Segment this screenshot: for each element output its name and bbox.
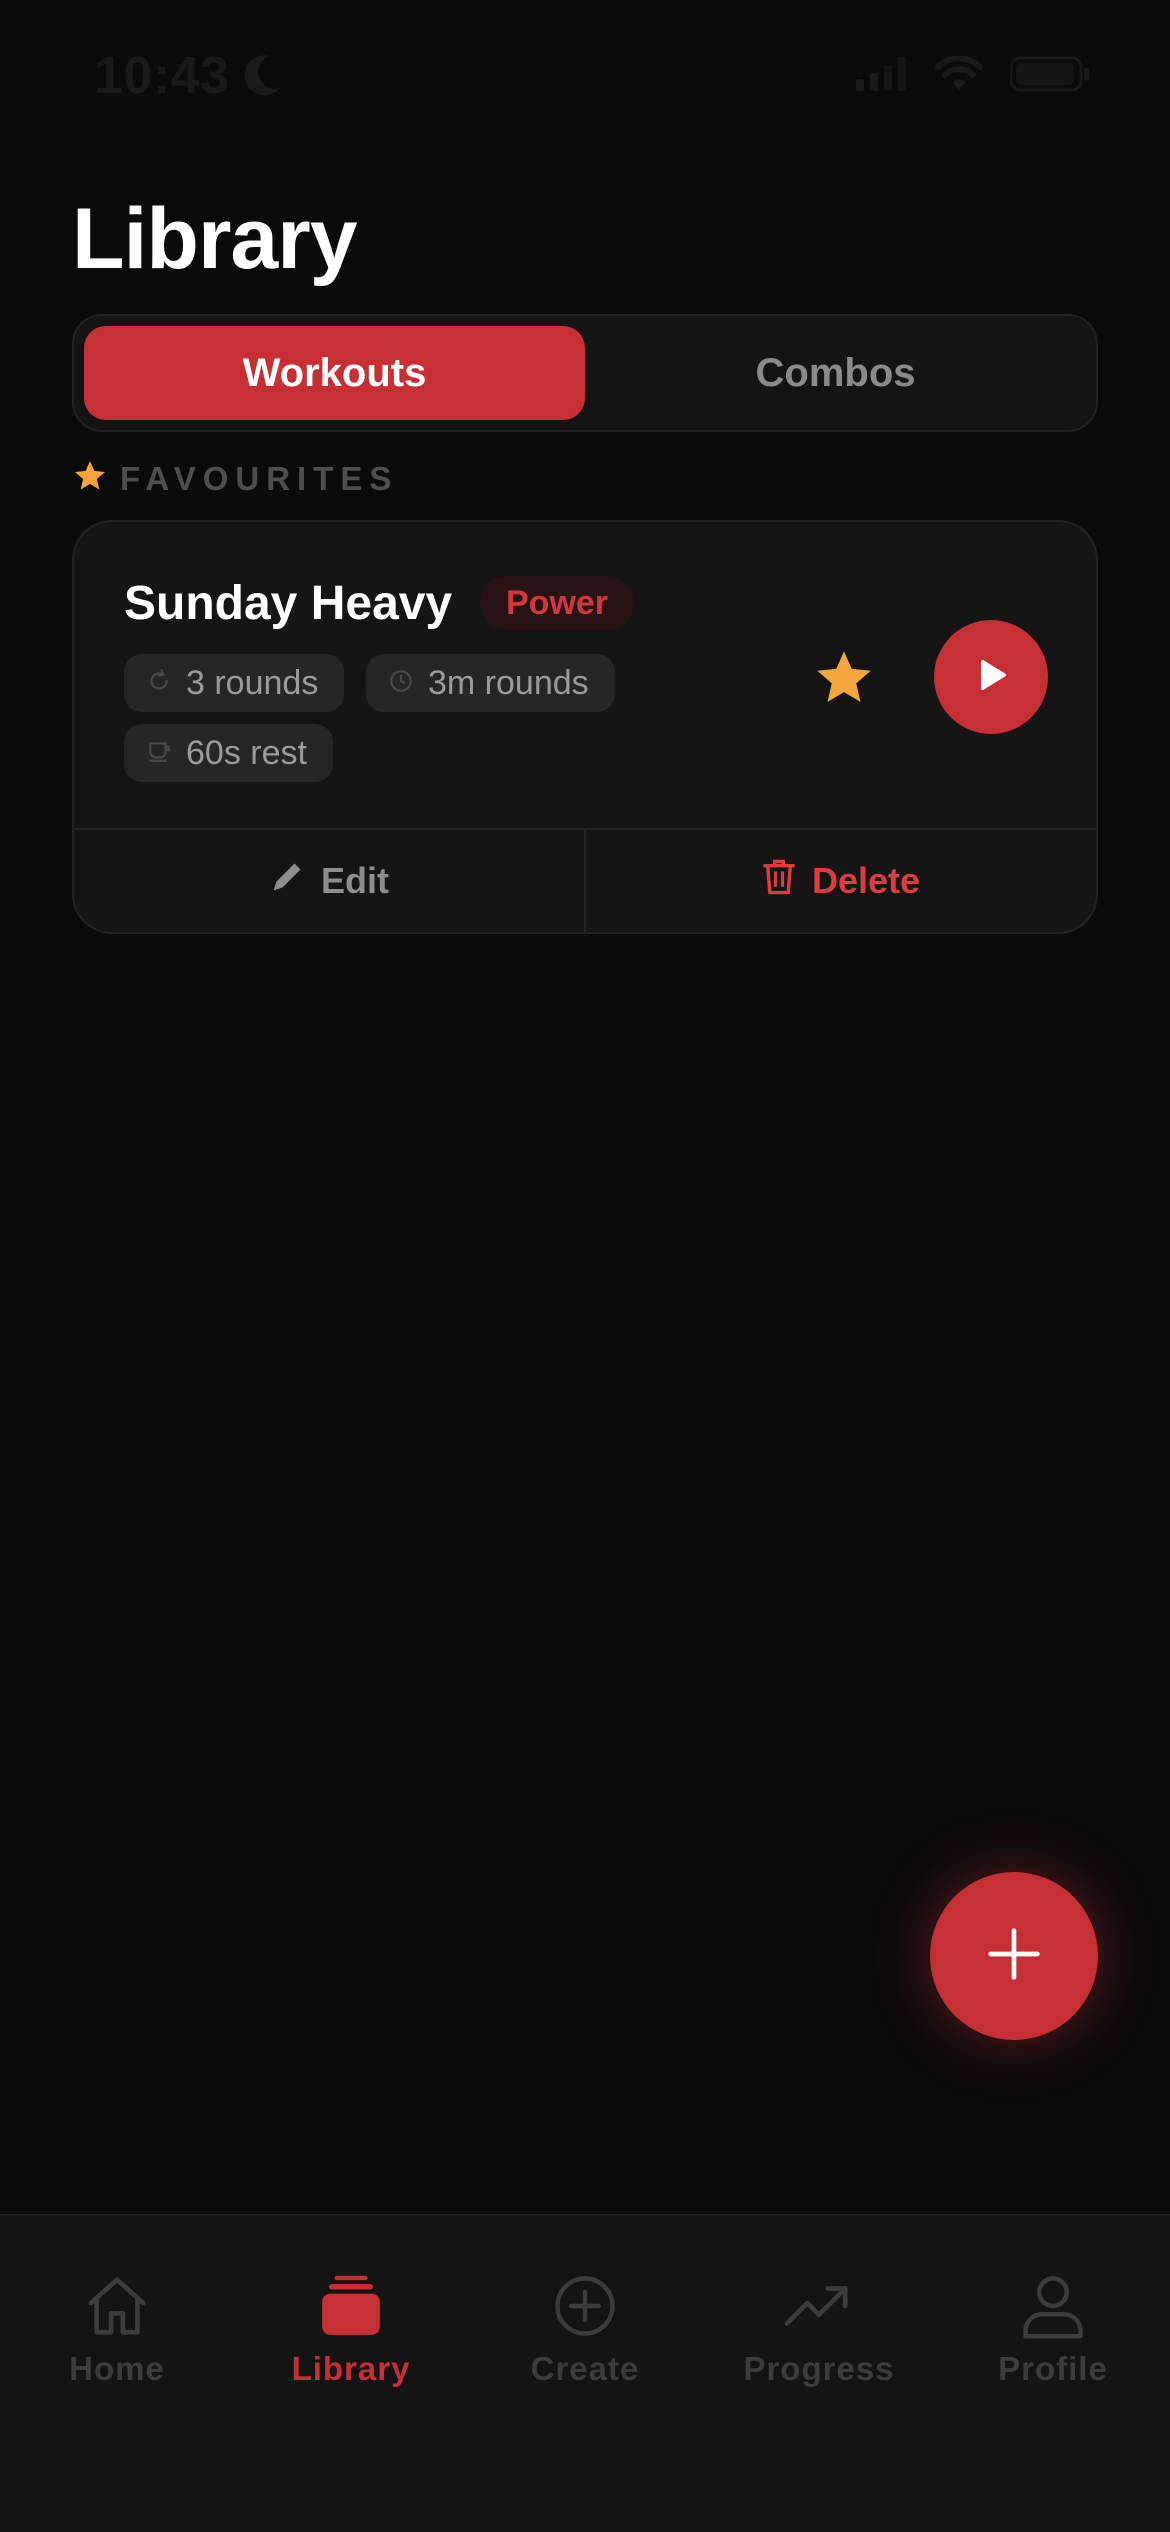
- trend-up-icon: [784, 2266, 854, 2346]
- plus-icon: [986, 1926, 1042, 1987]
- round-length-label: 3m rounds: [428, 663, 589, 702]
- workout-type-tag: Power: [480, 576, 635, 630]
- plus-circle-icon: [552, 2266, 618, 2346]
- play-workout-button[interactable]: [934, 620, 1048, 734]
- clock-icon: [388, 664, 414, 703]
- round-length-chip: 3m rounds: [366, 654, 615, 712]
- tab-progress[interactable]: Progress: [702, 2216, 936, 2416]
- status-time: 10:43: [94, 47, 230, 105]
- rounds-label: 3 rounds: [186, 663, 319, 702]
- segment-combos[interactable]: Combos: [585, 326, 1086, 420]
- play-icon: [971, 655, 1011, 700]
- tab-label-library: Library: [291, 2350, 411, 2387]
- wifi-icon: [934, 55, 984, 97]
- delete-label: Delete: [811, 860, 921, 901]
- moon-icon: [244, 52, 284, 101]
- favourite-star-icon[interactable]: [812, 646, 876, 715]
- battery-icon: [1009, 56, 1090, 97]
- home-icon: [82, 2266, 152, 2346]
- edit-button[interactable]: Edit: [74, 830, 586, 932]
- workout-title: Sunday Heavy: [124, 577, 453, 630]
- bottom-tab-bar: Home Library Create Progress Profile: [0, 2214, 1170, 2532]
- page-title: Library: [72, 191, 358, 287]
- tab-label-progress: Progress: [743, 2350, 895, 2387]
- tab-label-profile: Profile: [998, 2350, 1108, 2387]
- coffee-cup-icon: [146, 734, 172, 773]
- person-icon: [1020, 2266, 1086, 2346]
- workout-card[interactable]: Sunday Heavy Power 3 rounds 3m rounds 60…: [72, 520, 1098, 934]
- edit-label: Edit: [321, 860, 389, 901]
- add-workout-fab[interactable]: [930, 1872, 1098, 2040]
- repeat-icon: [146, 664, 172, 703]
- star-icon: [72, 458, 108, 499]
- tab-label-home: Home: [69, 2350, 165, 2387]
- tab-library[interactable]: Library: [234, 2216, 468, 2416]
- rounds-chip: 3 rounds: [124, 654, 345, 712]
- trash-icon: [762, 858, 796, 905]
- rest-chip: 60s rest: [124, 724, 333, 782]
- pencil-icon: [269, 859, 305, 904]
- card-actions: Edit Delete: [74, 828, 1096, 932]
- segment-workouts[interactable]: Workouts: [84, 326, 585, 420]
- tab-home[interactable]: Home: [0, 2216, 234, 2416]
- favourites-section-header: FAVOURITES: [72, 458, 398, 499]
- section-label: FAVOURITES: [120, 459, 399, 497]
- tab-label-create: Create: [530, 2350, 640, 2387]
- tab-profile[interactable]: Profile: [936, 2216, 1170, 2416]
- library-icon: [318, 2266, 384, 2346]
- delete-button[interactable]: Delete: [586, 830, 1096, 932]
- library-segmented-control: Workouts Combos: [72, 314, 1098, 432]
- cellular-signal-icon: [856, 57, 908, 96]
- tab-create[interactable]: Create: [468, 2216, 702, 2416]
- rest-label: 60s rest: [186, 733, 307, 772]
- status-bar: 10:43: [0, 0, 1170, 150]
